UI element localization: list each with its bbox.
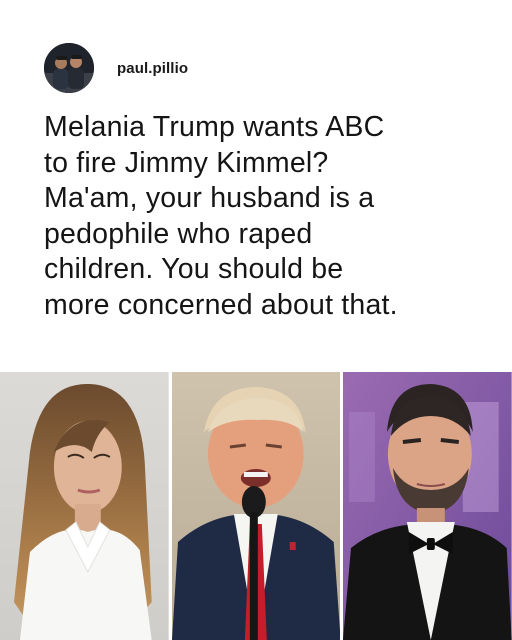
post-line: children. You should be [44,253,344,285]
post-line: pedophile who raped [44,217,313,250]
photo-middle [171,372,341,640]
photo-collage[interactable] [0,372,512,640]
post-line: Ma'am, your husband is a [44,182,375,214]
post-header: paul.pillio [44,42,188,94]
post-line: to fire Jimmy Kimmel? [44,146,329,179]
post-line: Melania Trump wants ABC [44,111,385,143]
avatar[interactable] [44,43,94,93]
username[interactable]: paul.pillio [117,60,188,77]
photo-left [0,372,169,640]
photo-right [343,372,512,640]
post-body: Melania Trump wants ABC to fire Jimmy Ki… [44,110,484,323]
post-line: more concerned about that. [44,288,398,321]
